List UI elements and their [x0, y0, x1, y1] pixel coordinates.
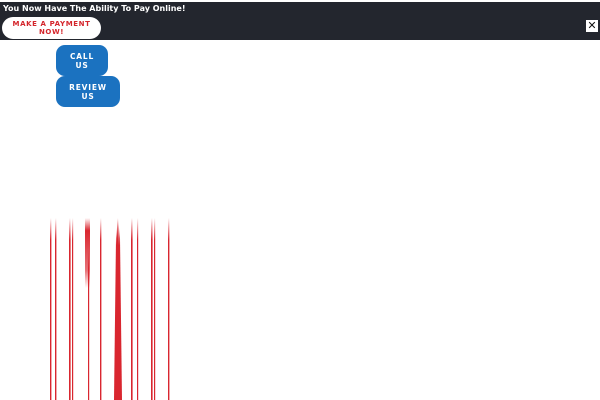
red-line — [151, 218, 153, 400]
red-line — [50, 218, 52, 400]
red-line — [131, 218, 133, 400]
red-line — [88, 250, 90, 400]
red-line — [85, 218, 90, 288]
red-line — [168, 218, 170, 400]
red-line — [137, 218, 139, 400]
red-line — [55, 218, 57, 400]
red-line — [69, 218, 71, 400]
red-line-graphic — [50, 218, 170, 400]
red-line — [117, 218, 119, 400]
red-line — [154, 218, 156, 400]
page: You Now Have The Ability To Pay Online! … — [0, 0, 600, 400]
red-line — [72, 218, 74, 400]
red-line — [100, 218, 102, 400]
